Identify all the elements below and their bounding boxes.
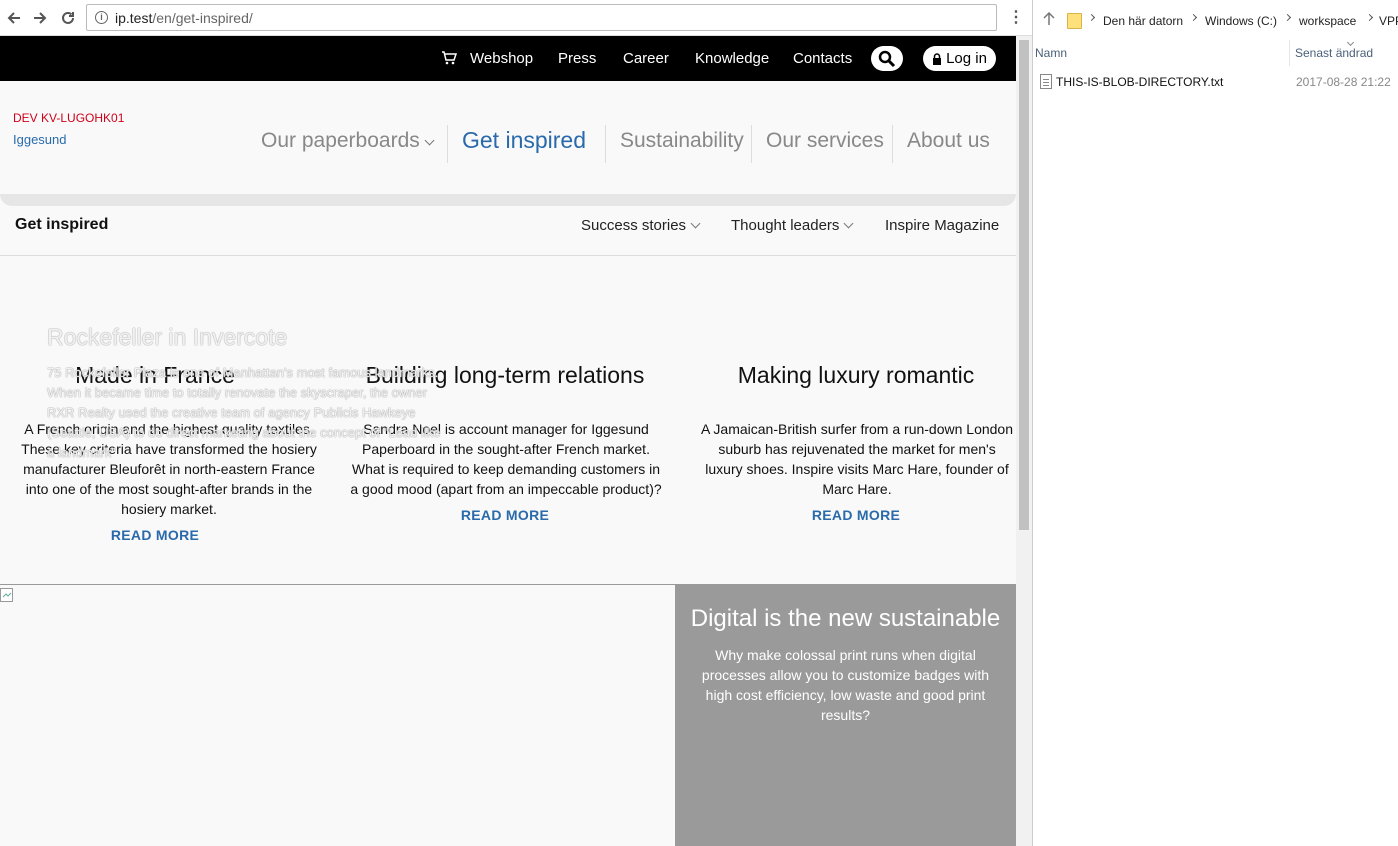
nav-divider xyxy=(751,125,752,163)
search-icon xyxy=(878,50,896,67)
nav-get-inspired[interactable]: Get inspired xyxy=(462,127,586,154)
file-explorer-pane: Den här datorn Windows (C:) workspace VP… xyxy=(1032,0,1398,846)
fading-slide-overlay: Rockefeller in Invercote 75 Rockefeller … xyxy=(47,324,447,463)
browser-menu-icon[interactable]: ⋮ xyxy=(1008,8,1024,28)
url-host: ip.test xyxy=(115,9,153,26)
slide-title: Rockefeller in Invercote xyxy=(47,324,288,350)
contacts-link[interactable]: Contacts xyxy=(793,50,852,67)
subnav-inspire-magazine[interactable]: Inspire Magazine xyxy=(885,217,999,234)
info-icon[interactable]: i xyxy=(95,11,108,24)
chevron-down-icon xyxy=(424,135,435,146)
story-card: Making luxury romantic A Jamaican-Britis… xyxy=(686,362,1016,523)
breadcrumb-item[interactable]: workspace xyxy=(1299,14,1356,28)
nav-divider xyxy=(605,125,606,163)
subnav-label: Success stories xyxy=(581,217,687,234)
subnav-thought-leaders[interactable]: Thought leaders xyxy=(731,217,854,234)
forward-arrow-icon[interactable] xyxy=(28,6,52,30)
text-file-icon xyxy=(1040,74,1052,89)
browser-toolbar: i ip.test/en/get-inspired/ ⋮ xyxy=(0,0,1032,36)
broken-image-icon xyxy=(0,588,13,602)
explorer-address-bar: Den här datorn Windows (C:) workspace VP… xyxy=(1033,0,1398,40)
column-name[interactable]: Namn xyxy=(1035,46,1067,60)
nav-label: Our paperboards xyxy=(261,129,420,152)
chevron-right-icon xyxy=(1087,13,1096,22)
utility-bar: Webshop Press Career Knowledge Contacts … xyxy=(0,36,1016,81)
file-name: THIS-IS-BLOB-DIRECTORY.txt xyxy=(1056,75,1224,89)
lock-icon xyxy=(933,52,942,65)
nav-about-us[interactable]: About us xyxy=(907,129,990,153)
nav-divider xyxy=(892,125,893,163)
url-path: /en/get-inspired/ xyxy=(152,9,253,26)
subnav-success-stories[interactable]: Success stories xyxy=(581,217,701,234)
file-row[interactable]: THIS-IS-BLOB-DIRECTORY.txt 2017-08-28 21… xyxy=(1033,72,1398,92)
chevron-down-icon xyxy=(843,218,854,229)
column-modified[interactable]: Senast ändrad xyxy=(1295,46,1373,60)
knowledge-link[interactable]: Knowledge xyxy=(695,50,769,67)
nav-our-paperboards[interactable]: Our paperboards xyxy=(261,129,435,153)
back-arrow-icon[interactable] xyxy=(2,6,26,30)
column-header-row: Namn Senast ändrad xyxy=(1033,38,1398,66)
section-title: Get inspired xyxy=(15,216,109,233)
read-more-link[interactable]: READ MORE xyxy=(335,507,675,523)
read-more-link[interactable]: READ MORE xyxy=(686,507,1016,523)
page-scrollbar[interactable] xyxy=(1016,36,1032,846)
chevron-right-icon xyxy=(1365,13,1374,22)
nav-sustainability[interactable]: Sustainability xyxy=(620,129,744,153)
login-label: Log in xyxy=(946,50,987,67)
section-subnav: Get inspired Success stories Thought lea… xyxy=(0,206,1016,256)
main-header: DEV KV-LUGOHK01 Iggesund Our paperboards… xyxy=(0,81,1016,194)
promo-body: Why make colossal print runs when digita… xyxy=(701,647,990,723)
breadcrumb-item[interactable]: VPP xyxy=(1379,14,1398,28)
nav-our-services[interactable]: Our services xyxy=(766,129,884,153)
scroll-thumb[interactable] xyxy=(1019,40,1029,530)
career-link[interactable]: Career xyxy=(623,50,669,67)
sort-chevron-icon xyxy=(1346,38,1355,47)
browser-window: i ip.test/en/get-inspired/ ⋮ Webshop Pre… xyxy=(0,0,1032,846)
breadcrumb-item[interactable]: Den här datorn xyxy=(1103,14,1183,28)
folder-icon xyxy=(1067,13,1082,29)
login-button[interactable]: Log in xyxy=(923,46,996,71)
dev-environment-label: DEV KV-LUGOHK01 xyxy=(13,111,125,125)
promo-title: Digital is the new sustainable xyxy=(690,605,1001,632)
search-button[interactable] xyxy=(871,46,903,71)
address-bar[interactable]: i ip.test/en/get-inspired/ xyxy=(86,4,997,31)
logo[interactable]: Iggesund xyxy=(13,132,67,147)
file-modified: 2017-08-28 21:22 xyxy=(1296,75,1391,89)
chevron-right-icon xyxy=(1283,13,1292,22)
webshop-link[interactable]: Webshop xyxy=(470,50,533,67)
breadcrumb-item[interactable]: Windows (C:) xyxy=(1205,14,1277,28)
subnav-label: Thought leaders xyxy=(731,217,840,234)
read-more-link[interactable]: READ MORE xyxy=(0,527,325,543)
column-divider[interactable] xyxy=(1289,40,1290,66)
nav-divider xyxy=(447,125,448,163)
card-body: A Jamaican-British surfer from a run-dow… xyxy=(700,421,1014,497)
chevron-down-icon xyxy=(690,218,701,229)
slide-body: 75 Rockefeller Plaza is one of Manhattan… xyxy=(47,365,441,460)
press-link[interactable]: Press xyxy=(558,50,596,67)
header-bottom-edge xyxy=(0,194,1016,206)
up-arrow-icon[interactable] xyxy=(1043,12,1055,26)
reload-icon[interactable] xyxy=(56,6,80,30)
page-viewport: Webshop Press Career Knowledge Contacts … xyxy=(0,36,1016,846)
card-title: Making luxury romantic xyxy=(737,362,975,388)
promo-panel[interactable]: Digital is the new sustainable Why make … xyxy=(675,585,1016,846)
cart-icon[interactable] xyxy=(441,50,457,66)
chevron-right-icon xyxy=(1189,13,1198,22)
